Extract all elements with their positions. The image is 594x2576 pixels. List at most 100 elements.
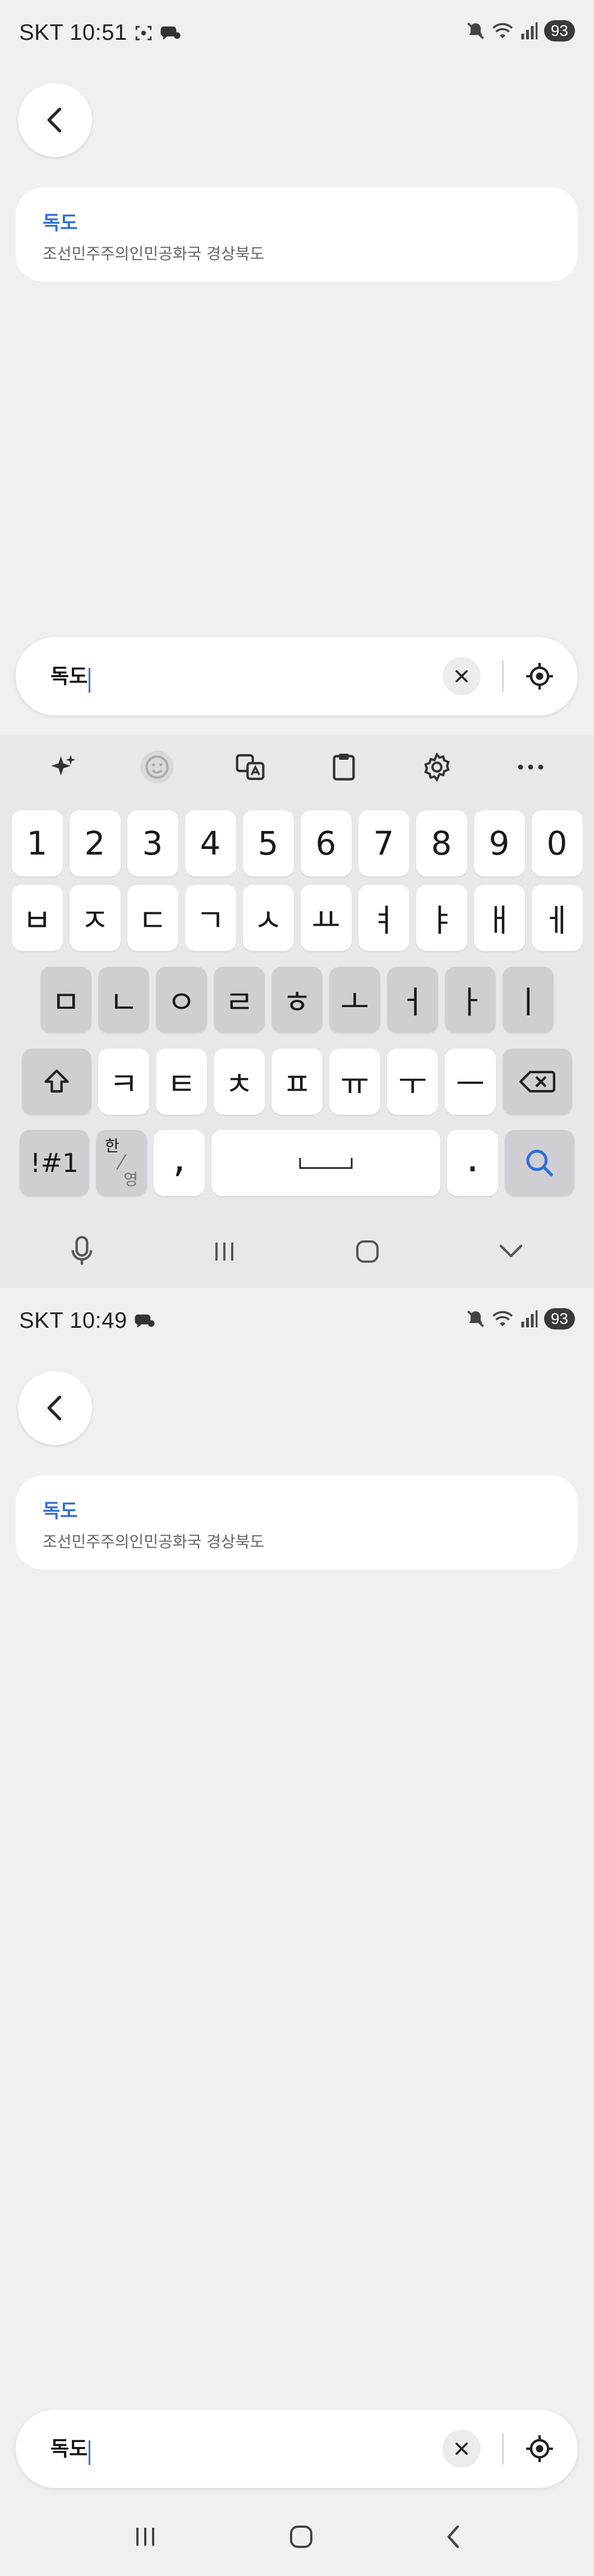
search-key[interactable]: [505, 1130, 574, 1196]
key-yu[interactable]: ㅠ: [329, 1049, 380, 1115]
key-ya[interactable]: ㅑ: [416, 885, 467, 951]
search-input[interactable]: 독도: [50, 2432, 91, 2466]
key-u[interactable]: ㅜ: [387, 1049, 438, 1115]
status-bar: SKT 10:49 93: [0, 1288, 594, 1355]
text-caret: [89, 668, 91, 693]
text-caret: [89, 2440, 91, 2466]
search-divider: [502, 2433, 504, 2464]
key-yo[interactable]: ㅛ: [300, 885, 352, 951]
emoji-icon[interactable]: [133, 744, 181, 791]
crosshair-icon: [525, 662, 554, 691]
key-o[interactable]: ㅗ: [329, 967, 380, 1033]
key-0[interactable]: 0: [531, 810, 583, 876]
key-ieung[interactable]: ㅇ: [156, 967, 207, 1033]
key-bieup[interactable]: ㅂ: [11, 885, 63, 951]
symbols-key[interactable]: !#1: [20, 1130, 89, 1196]
key-eo[interactable]: ㅓ: [387, 967, 438, 1033]
home-icon[interactable]: [354, 1238, 381, 1265]
key-hieut[interactable]: ㅎ: [271, 967, 323, 1033]
space-bar-icon: [298, 1155, 354, 1171]
back-button[interactable]: [18, 1371, 92, 1445]
keyboard-row-3: ㅋ ㅌ ㅊ ㅍ ㅠ ㅜ ㅡ: [0, 1049, 594, 1115]
status-time: SKT 10:49: [19, 1308, 127, 1333]
search-icon: [524, 1147, 555, 1179]
clear-search-button[interactable]: [443, 2430, 481, 2468]
key-i[interactable]: ㅣ: [503, 967, 554, 1033]
key-a[interactable]: ㅏ: [445, 967, 496, 1033]
chat-bubble-icon: [134, 1312, 155, 1331]
key-e[interactable]: ㅔ: [531, 885, 583, 951]
key-giyeok[interactable]: ㄱ: [185, 885, 236, 951]
chat-bubble-icon: [160, 24, 181, 43]
status-bar: SKT 10:51 93: [0, 0, 594, 67]
wifi-icon: [491, 21, 514, 41]
settings-icon[interactable]: [413, 744, 461, 791]
key-kieuk[interactable]: ㅋ: [98, 1049, 149, 1115]
key-rieul[interactable]: ㄹ: [214, 967, 265, 1033]
lang-slash: ⁄: [119, 1151, 123, 1174]
key-yeo[interactable]: ㅕ: [358, 885, 409, 951]
screenshot-icon: [134, 24, 153, 43]
key-3[interactable]: 3: [127, 810, 178, 876]
key-5[interactable]: 5: [242, 810, 294, 876]
key-9[interactable]: 9: [473, 810, 525, 876]
keyboard-toolbar: [0, 736, 594, 798]
onscreen-keyboard: 1 2 3 4 5 6 7 8 9 0 ㅂ ㅈ ㄷ ㄱ ㅅ ㅛ ㅕ ㅑ ㅐ ㅔ …: [0, 736, 594, 1288]
ai-sparkle-icon[interactable]: [40, 744, 87, 791]
backspace-icon: [519, 1069, 555, 1094]
signal-icon: [519, 1309, 538, 1328]
status-time: SKT 10:51: [19, 20, 127, 45]
key-digeut[interactable]: ㄷ: [127, 885, 178, 951]
key-8[interactable]: 8: [416, 810, 467, 876]
search-result-item[interactable]: 독도 조선민주주의인민공화국 경상북도: [16, 1475, 578, 1569]
current-location-button[interactable]: [521, 657, 559, 695]
search-bar[interactable]: 독도: [16, 637, 578, 715]
translate-icon[interactable]: [227, 744, 274, 791]
close-icon: [453, 668, 470, 685]
recent-apps-icon[interactable]: [211, 1240, 238, 1263]
lang-english-label: 영: [123, 1170, 138, 1189]
period-key[interactable]: .: [447, 1130, 498, 1196]
key-chieut[interactable]: ㅊ: [214, 1049, 265, 1115]
more-icon[interactable]: [507, 744, 554, 791]
comma-key[interactable]: ,: [154, 1130, 205, 1196]
lang-korean-label: 한: [105, 1137, 119, 1155]
result-title: 독도: [43, 212, 78, 234]
key-1[interactable]: 1: [11, 810, 63, 876]
key-nieun[interactable]: ㄴ: [98, 967, 149, 1033]
key-ae[interactable]: ㅐ: [473, 885, 525, 951]
space-key[interactable]: [211, 1130, 440, 1196]
key-siot[interactable]: ㅅ: [242, 885, 294, 951]
key-2[interactable]: 2: [69, 810, 121, 876]
search-divider: [502, 661, 504, 692]
recent-apps-icon[interactable]: [132, 2526, 159, 2548]
back-button[interactable]: [18, 83, 92, 157]
key-6[interactable]: 6: [300, 810, 352, 876]
key-4[interactable]: 4: [185, 810, 236, 876]
battery-indicator: 93: [544, 1308, 575, 1329]
close-icon: [453, 2440, 470, 2457]
key-mieum[interactable]: ㅁ: [40, 967, 91, 1033]
search-bar[interactable]: 독도: [16, 2409, 578, 2488]
clipboard-icon[interactable]: [320, 744, 367, 791]
key-tieut[interactable]: ㅌ: [156, 1049, 207, 1115]
key-jieut[interactable]: ㅈ: [69, 885, 121, 951]
screen-keyboard-open: SKT 10:51 93 독도 조선민주주의인민공화국 경상북도 독도 1 2 …: [0, 0, 594, 1288]
search-input[interactable]: 독도: [50, 660, 91, 693]
home-icon[interactable]: [288, 2523, 315, 2550]
shift-key[interactable]: [22, 1049, 91, 1115]
clear-search-button[interactable]: [443, 657, 481, 695]
signal-icon: [519, 21, 538, 40]
keyboard-row-1: ㅂ ㅈ ㄷ ㄱ ㅅ ㅛ ㅕ ㅑ ㅐ ㅔ: [0, 885, 594, 951]
search-result-item[interactable]: 독도 조선민주주의인민공화국 경상북도: [16, 187, 578, 281]
key-pieup[interactable]: ㅍ: [271, 1049, 323, 1115]
back-nav-icon[interactable]: [444, 2523, 462, 2550]
chevron-left-icon: [43, 1393, 67, 1423]
backspace-key[interactable]: [503, 1049, 572, 1115]
hide-keyboard-icon[interactable]: [498, 1243, 524, 1261]
language-switch-key[interactable]: 한 ⁄ 영: [96, 1130, 147, 1196]
key-7[interactable]: 7: [358, 810, 409, 876]
key-eu[interactable]: ㅡ: [445, 1049, 496, 1115]
microphone-icon[interactable]: [70, 1236, 94, 1267]
current-location-button[interactable]: [521, 2430, 559, 2468]
